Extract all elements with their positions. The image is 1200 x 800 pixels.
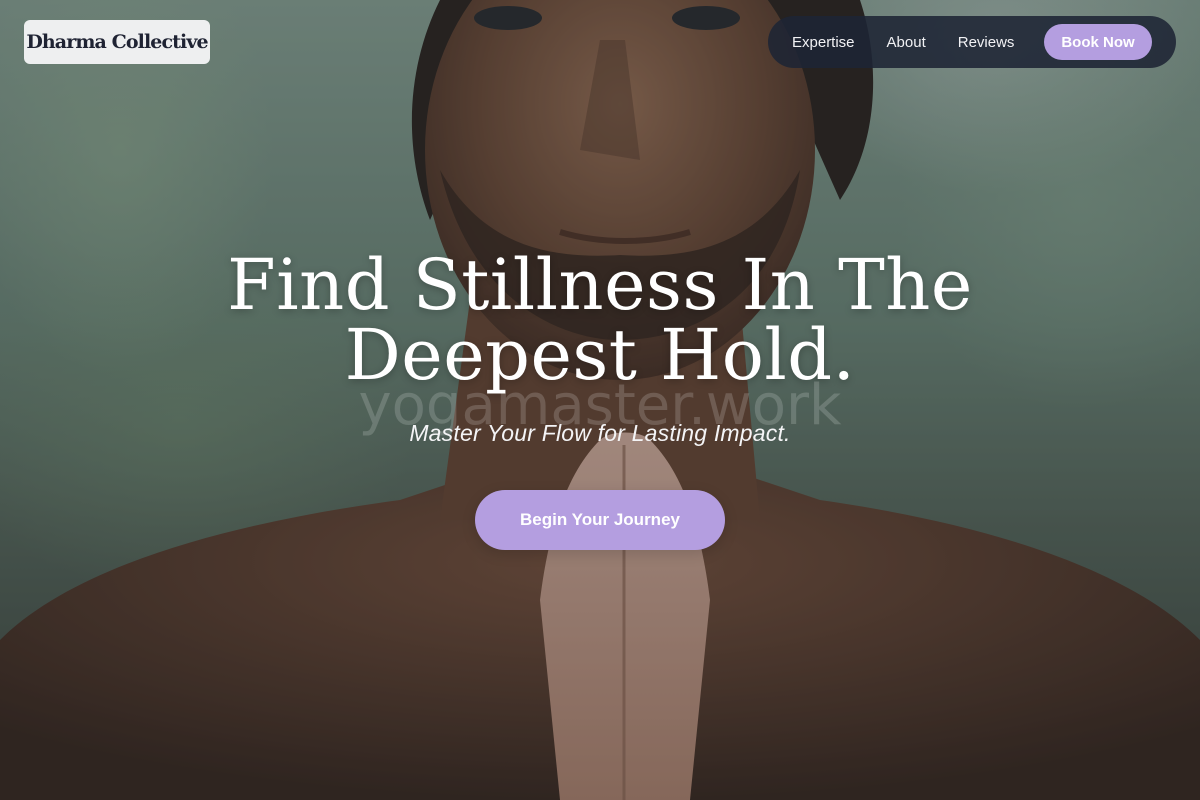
brand-logo[interactable]: Dharma Collective (24, 20, 210, 64)
begin-journey-button[interactable]: Begin Your Journey (475, 490, 725, 550)
hero-headline: Find Stillness In The Deepest Hold. (150, 250, 1050, 390)
nav-link-reviews[interactable]: Reviews (958, 34, 1015, 51)
nav-link-expertise[interactable]: Expertise (792, 34, 855, 51)
nav-link-about[interactable]: About (887, 34, 926, 51)
book-now-button[interactable]: Book Now (1044, 24, 1152, 60)
hero-subheadline: Master Your Flow for Lasting Impact. (409, 420, 791, 446)
brand-name: Dharma Collective (26, 31, 208, 53)
main-navigation: Expertise About Reviews Book Now (768, 16, 1176, 68)
